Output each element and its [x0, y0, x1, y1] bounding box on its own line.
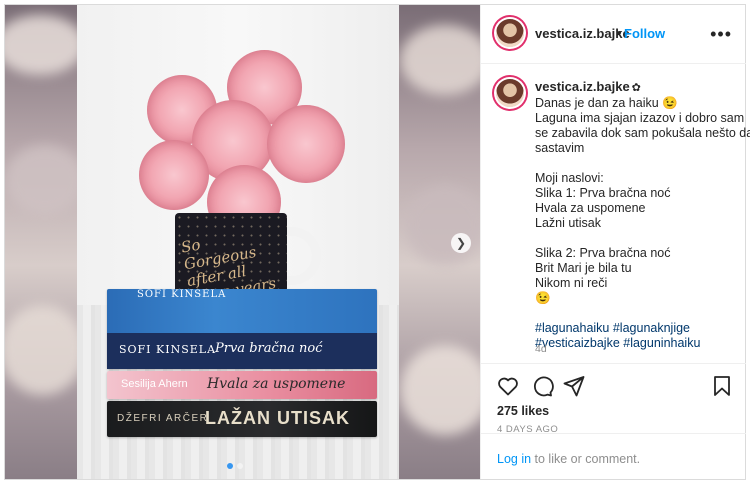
post-card: So Gorgeous after all these years SOFI K… [4, 4, 750, 480]
caption-line: 😉 [535, 291, 551, 305]
hashtag-link[interactable]: #laguninhaiku [623, 336, 700, 350]
cloud-decoration [5, 305, 85, 395]
comment-age: 4d [535, 343, 547, 355]
caption-line [535, 156, 730, 171]
carousel-indicator [227, 463, 243, 469]
heart-icon[interactable] [496, 374, 520, 398]
book-title: Hvala za uspomene [207, 376, 346, 392]
login-prompt: Log in to like or comment. [481, 433, 746, 480]
caption-body: Danas je dan za haiku 😉 Laguna ima sjajan… [535, 96, 750, 306]
hashtag-row: #vesticaizbajke #laguninhaiku [535, 336, 730, 351]
post-sidebar: vestica.iz.bajke • Follow ••• vestica.iz… [480, 5, 750, 480]
comments-section[interactable]: vestica.iz.bajke ✿ Danas je dan za haiku … [481, 63, 750, 361]
login-link[interactable]: Log in [497, 452, 531, 466]
caption-line: Laguna ima sjajan izazov i dobro sam [535, 111, 745, 125]
hashtag-link[interactable]: #vesticaizbajke [535, 336, 620, 350]
post-caption: vestica.iz.bajke ✿ Danas je dan za haiku … [535, 79, 750, 351]
chevron-right-icon: ❯ [455, 236, 467, 250]
bookmark-icon[interactable] [710, 374, 734, 398]
avatar[interactable] [496, 79, 524, 107]
caption-line: Slika 2: Prva bračna noć [535, 246, 671, 260]
book-author: DŽEFRI ARČER [117, 413, 209, 424]
likes-count[interactable]: 275 likes [497, 404, 549, 418]
post-header: vestica.iz.bajke • Follow ••• [481, 5, 746, 64]
caption-username[interactable]: vestica.iz.bajke [535, 79, 630, 94]
cloud-decoration [5, 145, 85, 215]
caption-line: Danas je dan za haiku 😉 [535, 96, 678, 110]
more-options-icon[interactable]: ••• [710, 24, 732, 45]
book-hvala-za-uspomene: Sesilija Ahern Hvala za uspomene [107, 371, 377, 399]
book-title: LAŽAN UTISAK [205, 408, 350, 428]
caption-line: Lažni utisak [535, 216, 602, 230]
login-prompt-text: to like or comment. [531, 452, 641, 466]
carousel-dot [237, 463, 243, 469]
hashtag-row: #lagunahaiku #lagunaknjige [535, 321, 730, 336]
book-lazan-utisak: DŽEFRI ARČER LAŽAN UTISAK [107, 401, 377, 437]
caption-line [535, 231, 730, 246]
caption-line: Slika 1: Prva bračna noć [535, 186, 671, 200]
cloud-decoration [5, 15, 85, 75]
verified-icon: ✿ [631, 82, 641, 94]
separator-dot: • [617, 25, 622, 40]
next-slide-button[interactable]: ❯ [451, 233, 471, 253]
caption-line: Brit Mari je bila tu [535, 261, 632, 275]
caption-line: Moji naslovi: [535, 171, 604, 185]
share-icon[interactable] [562, 374, 586, 398]
book-title: Prva bračna noć [215, 341, 323, 356]
follow-button[interactable]: Follow [624, 26, 665, 41]
book-author: Sesilija Ahern [121, 378, 188, 390]
flower [267, 105, 345, 183]
username-link[interactable]: vestica.iz.bajke [535, 26, 630, 41]
post-photo: So Gorgeous after all these years SOFI K… [77, 5, 399, 479]
flower [139, 140, 209, 210]
book-author: SOFI KINSELA [119, 343, 217, 356]
avatar[interactable] [496, 19, 524, 47]
caption-line: Hvala za uspomene [535, 201, 646, 215]
comment-icon[interactable] [530, 374, 554, 398]
cloud-decoration [405, 185, 480, 265]
hashtag-link[interactable]: #lagunahaiku [535, 321, 609, 335]
hashtag-link[interactable]: #lagunaknjige [613, 321, 690, 335]
caption-line: sastavim [535, 141, 585, 155]
carousel-dot [227, 463, 233, 469]
caption-line: se zabavila dok sam pokušala nešto da [535, 126, 750, 140]
post-media[interactable]: So Gorgeous after all these years SOFI K… [5, 5, 480, 479]
cloud-decoration [400, 345, 480, 435]
caption-line: Nikom ni reči [535, 276, 608, 290]
cloud-decoration [400, 25, 480, 95]
book-prva-bracna-noc: SOFI KINSELA SOFI KINSELA Prva bračna no… [107, 289, 377, 369]
book-spine-text: SOFI KINSELA [137, 289, 227, 300]
